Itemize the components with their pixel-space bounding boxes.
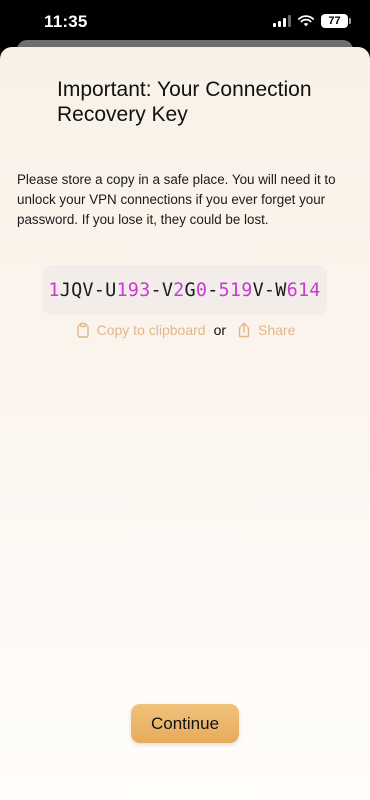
clipboard-icon <box>76 322 89 338</box>
status-time: 11:35 <box>44 12 88 31</box>
status-bar: 11:35 77 <box>0 0 370 44</box>
share-label: Share <box>258 322 296 338</box>
status-icons: 77 <box>273 13 351 29</box>
copy-to-clipboard-button[interactable]: Copy to clipboard <box>75 322 206 338</box>
continue-button[interactable]: Continue <box>131 704 239 743</box>
signal-icon <box>273 15 291 27</box>
or-label: or <box>213 322 227 338</box>
key-actions: Copy to clipboard or Share <box>0 319 370 341</box>
share-icon <box>238 322 250 338</box>
share-button[interactable]: Share <box>236 322 295 338</box>
copy-label: Copy to clipboard <box>96 322 206 338</box>
wifi-icon <box>298 15 314 27</box>
page-title: Important: Your Connection Recovery Key <box>57 78 312 126</box>
recovery-key-display[interactable]: 1JQV-U193-V2G0-519V-W614 <box>42 265 327 315</box>
battery-icon: 77 <box>321 14 351 28</box>
description-text: Please store a copy in a safe place. You… <box>17 172 336 227</box>
recovery-key-sheet: Important: Your Connection Recovery Key … <box>0 47 370 800</box>
